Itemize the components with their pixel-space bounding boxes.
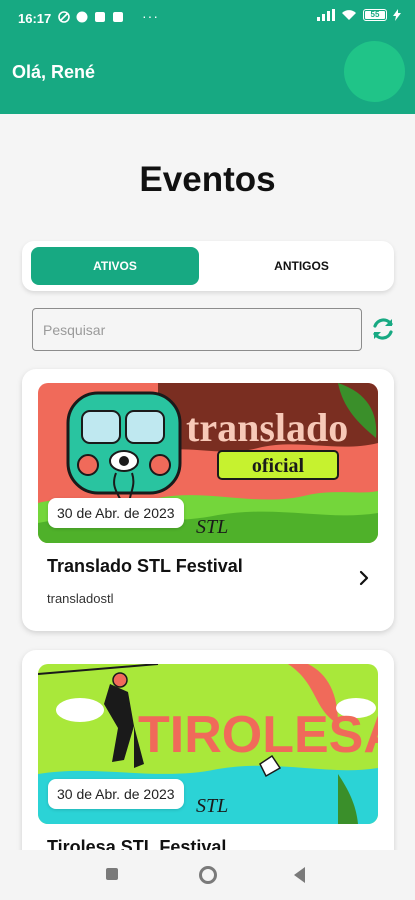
greeting-text: Olá, René <box>12 62 96 82</box>
app-icon <box>113 12 123 22</box>
event-date-badge: 30 de Abr. de 2023 <box>48 498 184 528</box>
event-card[interactable]: TIROLESA STL 30 de Abr. de 2023 Tirolesa… <box>22 650 394 870</box>
recent-apps-icon[interactable] <box>106 868 118 880</box>
refresh-icon[interactable] <box>369 315 397 343</box>
battery-icon: 55 <box>363 9 387 21</box>
battery-level: 55 <box>370 10 380 19</box>
app-bar: Olá, René <box>0 36 415 114</box>
event-tabs: ATIVOS ANTIGOS <box>22 241 394 291</box>
notification-icon <box>58 11 70 23</box>
banner-title: translado <box>186 405 348 450</box>
banner-mark: STL <box>196 516 228 538</box>
banner-mark: STL <box>196 795 228 817</box>
status-bar: 16:17 ··· 55 <box>0 0 415 36</box>
event-card[interactable]: translado oficial STL 30 de Abr. de 2023… <box>22 369 394 631</box>
more-notifications-indicator: ··· <box>142 8 159 24</box>
status-system-icons: 55 <box>317 9 401 21</box>
charging-icon <box>393 9 401 21</box>
event-date-badge: 30 de Abr. de 2023 <box>48 779 184 809</box>
tab-old-events[interactable]: ANTIGOS <box>218 247 385 285</box>
wifi-icon <box>342 10 356 20</box>
event-title: Translado STL Festival <box>47 556 243 576</box>
signal-icon <box>317 9 335 21</box>
status-time: 16:17 <box>18 11 52 26</box>
search-input[interactable] <box>32 308 362 351</box>
home-icon[interactable] <box>199 866 217 884</box>
event-banner-image: TIROLESA STL 30 de Abr. de 2023 <box>38 664 378 824</box>
banner-title: TIROLESA <box>138 706 378 764</box>
page-title: Eventos <box>139 160 276 199</box>
tab-active-events[interactable]: ATIVOS <box>31 247 199 285</box>
system-nav-bar <box>0 850 415 900</box>
event-banner-image: translado oficial STL 30 de Abr. de 2023 <box>38 383 378 543</box>
chevron-right-icon[interactable] <box>356 569 372 587</box>
app-icon <box>76 11 88 23</box>
avatar[interactable] <box>344 41 405 102</box>
back-icon[interactable] <box>294 867 305 883</box>
status-notification-icons <box>58 11 124 23</box>
event-subtitle: transladostl <box>47 591 114 606</box>
app-icon <box>95 12 105 22</box>
banner-subtitle: oficial <box>252 455 305 477</box>
